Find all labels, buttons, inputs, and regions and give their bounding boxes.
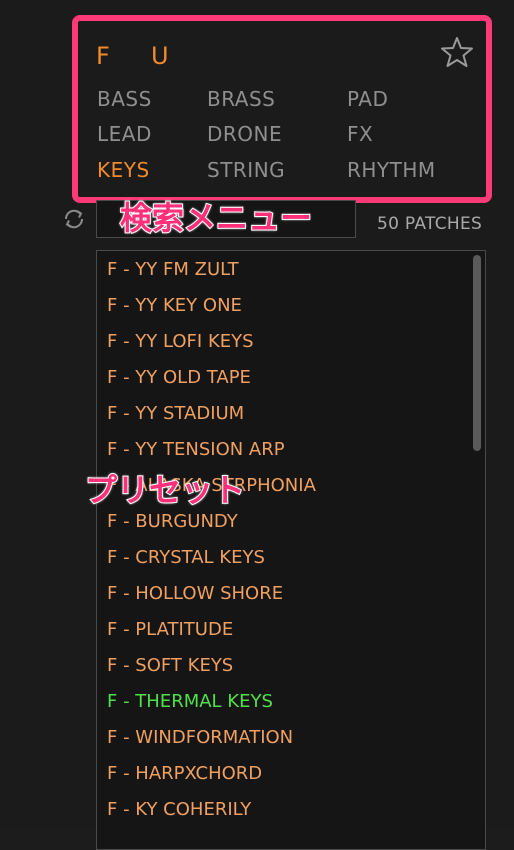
preset-item[interactable]: F - HOLLOW SHORE: [107, 583, 283, 604]
star-icon[interactable]: [441, 36, 473, 68]
category-brass[interactable]: BRASS: [207, 87, 275, 111]
preset-item[interactable]: F - WINDFORMATION: [107, 727, 293, 748]
category-drone[interactable]: DRONE: [207, 122, 282, 146]
preset-item[interactable]: F - KY COHERILY: [107, 799, 251, 820]
refresh-icon[interactable]: [60, 205, 88, 233]
preset-item[interactable]: F - BURGUNDY: [107, 511, 238, 532]
scrollbar-thumb[interactable]: [473, 255, 481, 451]
filter-letter-u[interactable]: U: [151, 42, 169, 70]
preset-item[interactable]: F - YY TENSION ARP: [107, 439, 285, 460]
preset-item[interactable]: F - HARPXCHORD: [107, 763, 262, 784]
category-fx[interactable]: FX: [347, 122, 373, 146]
category-bass[interactable]: BASS: [97, 87, 152, 111]
preset-browser-panel: F U BASS BRASS PAD LEAD DRONE FX KEYS ST…: [0, 0, 514, 850]
preset-list[interactable]: F - YY FM ZULT F - YY KEY ONE F - YY LOFI …: [96, 250, 486, 850]
category-rhythm[interactable]: RHYTHM: [347, 158, 436, 182]
category-string[interactable]: STRING: [207, 158, 285, 182]
preset-item[interactable]: F - YY KEY ONE: [107, 295, 242, 316]
category-pad[interactable]: PAD: [347, 87, 388, 111]
preset-item[interactable]: F - YY OLD TAPE: [107, 367, 251, 388]
preset-item[interactable]: F - SOFT KEYS: [107, 655, 233, 676]
annotation-search-menu: 検索メニュー: [119, 198, 313, 238]
annotation-preset: プリセット: [84, 470, 246, 510]
preset-item[interactable]: F - YY STADIUM: [107, 403, 244, 424]
category-lead[interactable]: LEAD: [97, 122, 152, 146]
category-keys[interactable]: KEYS: [97, 158, 150, 182]
preset-item[interactable]: F - YY LOFI KEYS: [107, 331, 254, 352]
preset-item[interactable]: F - PLATITUDE: [107, 619, 233, 640]
preset-item[interactable]: F - THERMAL KEYS: [107, 691, 273, 712]
preset-item[interactable]: F - YY FM ZULT: [107, 259, 239, 280]
filter-letter-f[interactable]: F: [96, 42, 110, 70]
patch-count: 50 PATCHES: [377, 214, 483, 234]
preset-item[interactable]: F - CRYSTAL KEYS: [107, 547, 265, 568]
